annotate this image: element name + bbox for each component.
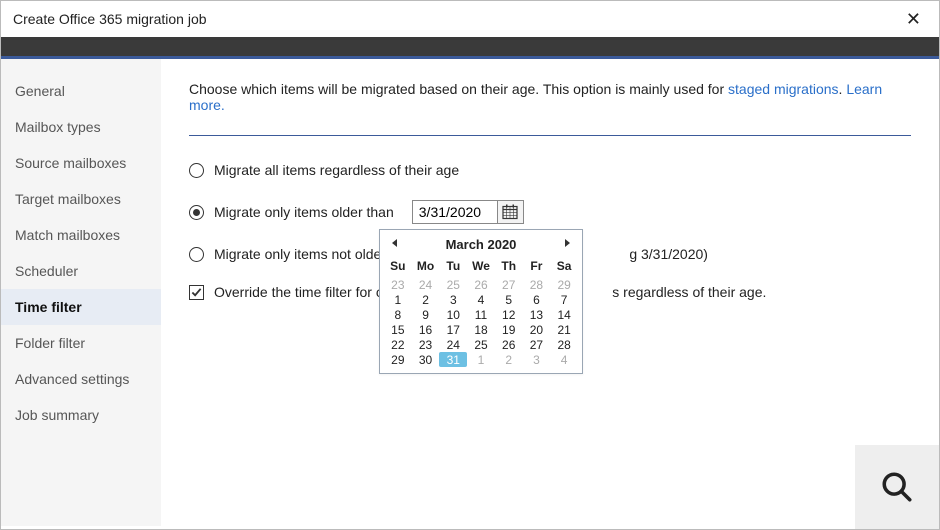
sidebar-item-match-mailboxes[interactable]: Match mailboxes (1, 217, 161, 253)
window-title: Create Office 365 migration job (13, 11, 207, 27)
calendar-day[interactable]: 30 (412, 352, 440, 367)
date-input[interactable] (413, 201, 497, 223)
calendar-day[interactable]: 1 (467, 352, 495, 367)
calendar-day[interactable]: 4 (550, 352, 578, 367)
calendar-day[interactable]: 17 (439, 322, 467, 337)
calendar-day[interactable]: 3 (523, 352, 551, 367)
sidebar-item-job-summary[interactable]: Job summary (1, 397, 161, 433)
sidebar-item-source-mailboxes[interactable]: Source mailboxes (1, 145, 161, 181)
calendar-day[interactable]: 21 (550, 322, 578, 337)
calendar-day[interactable]: 3 (439, 292, 467, 307)
calendar-dow: Su (384, 255, 412, 277)
calendar-day[interactable]: 6 (523, 292, 551, 307)
calendar-button[interactable] (497, 201, 523, 223)
label-not-older-than-suffix: g 3/31/2020) (629, 246, 708, 262)
calendar-day[interactable]: 2 (495, 352, 523, 367)
calendar-dow: Th (495, 255, 523, 277)
calendar-day[interactable]: 2 (412, 292, 440, 307)
calendar-day[interactable]: 4 (467, 292, 495, 307)
calendar-day[interactable]: 25 (467, 337, 495, 352)
calendar-prev-icon[interactable] (386, 235, 404, 253)
calendar-day[interactable]: 18 (467, 322, 495, 337)
calendar-day[interactable]: 11 (467, 307, 495, 322)
calendar-title: March 2020 (446, 237, 517, 252)
calendar-dow: We (467, 255, 495, 277)
calendar-day[interactable]: 31 (439, 352, 467, 367)
calendar-day[interactable]: 15 (384, 322, 412, 337)
radio-older-than[interactable] (189, 205, 204, 220)
search-corner[interactable] (855, 445, 939, 529)
calendar-day[interactable]: 26 (467, 277, 495, 292)
sidebar-item-target-mailboxes[interactable]: Target mailboxes (1, 181, 161, 217)
calendar-day[interactable]: 25 (439, 277, 467, 292)
radio-migrate-all[interactable] (189, 163, 204, 178)
label-migrate-all: Migrate all items regardless of their ag… (214, 162, 459, 178)
calendar-popup: March 2020 SuMoTuWeThFrSa232425262728291… (379, 229, 583, 374)
date-input-wrap (412, 200, 524, 224)
calendar-day[interactable]: 28 (550, 337, 578, 352)
calendar-day[interactable]: 22 (384, 337, 412, 352)
calendar-day[interactable]: 1 (384, 292, 412, 307)
calendar-day[interactable]: 20 (523, 322, 551, 337)
calendar-day[interactable]: 24 (412, 277, 440, 292)
close-icon[interactable]: ✕ (898, 5, 929, 34)
sidebar-item-scheduler[interactable]: Scheduler (1, 253, 161, 289)
calendar-day[interactable]: 29 (384, 352, 412, 367)
calendar-dow: Sa (550, 255, 578, 277)
calendar-day[interactable]: 23 (412, 337, 440, 352)
sidebar-item-advanced-settings[interactable]: Advanced settings (1, 361, 161, 397)
calendar-dow: Tu (439, 255, 467, 277)
calendar-day[interactable]: 27 (495, 277, 523, 292)
calendar-day[interactable]: 5 (495, 292, 523, 307)
label-override-suffix: s regardless of their age. (612, 284, 766, 300)
calendar-day[interactable]: 14 (550, 307, 578, 322)
calendar-day[interactable]: 24 (439, 337, 467, 352)
calendar-next-icon[interactable] (558, 235, 576, 253)
checkbox-override[interactable] (189, 285, 204, 300)
calendar-day[interactable]: 9 (412, 307, 440, 322)
calendar-day[interactable]: 13 (523, 307, 551, 322)
calendar-day[interactable]: 12 (495, 307, 523, 322)
content-area: Choose which items will be migrated base… (161, 59, 939, 526)
separator (189, 135, 911, 136)
calendar-day[interactable]: 8 (384, 307, 412, 322)
label-older-than: Migrate only items older than (214, 204, 394, 220)
header-bar (1, 37, 939, 59)
sidebar-item-mailbox-types[interactable]: Mailbox types (1, 109, 161, 145)
calendar-day[interactable]: 28 (523, 277, 551, 292)
label-override-prefix: Override the time filter for cont (214, 284, 402, 300)
calendar-icon (502, 204, 518, 220)
search-icon (880, 470, 914, 504)
radio-not-older-than[interactable] (189, 247, 204, 262)
calendar-day[interactable]: 16 (412, 322, 440, 337)
calendar-day[interactable]: 19 (495, 322, 523, 337)
calendar-dow: Mo (412, 255, 440, 277)
calendar-day[interactable]: 23 (384, 277, 412, 292)
calendar-day[interactable]: 27 (523, 337, 551, 352)
sidebar-item-folder-filter[interactable]: Folder filter (1, 325, 161, 361)
calendar-day[interactable]: 29 (550, 277, 578, 292)
sidebar: GeneralMailbox typesSource mailboxesTarg… (1, 59, 161, 526)
calendar-dow: Fr (523, 255, 551, 277)
staged-migrations-link[interactable]: staged migrations (728, 81, 839, 97)
calendar-day[interactable]: 7 (550, 292, 578, 307)
calendar-day[interactable]: 10 (439, 307, 467, 322)
intro-prefix: Choose which items will be migrated base… (189, 81, 728, 97)
sidebar-item-time-filter[interactable]: Time filter (1, 289, 161, 325)
sidebar-item-general[interactable]: General (1, 73, 161, 109)
intro-text: Choose which items will be migrated base… (189, 81, 911, 113)
calendar-day[interactable]: 26 (495, 337, 523, 352)
